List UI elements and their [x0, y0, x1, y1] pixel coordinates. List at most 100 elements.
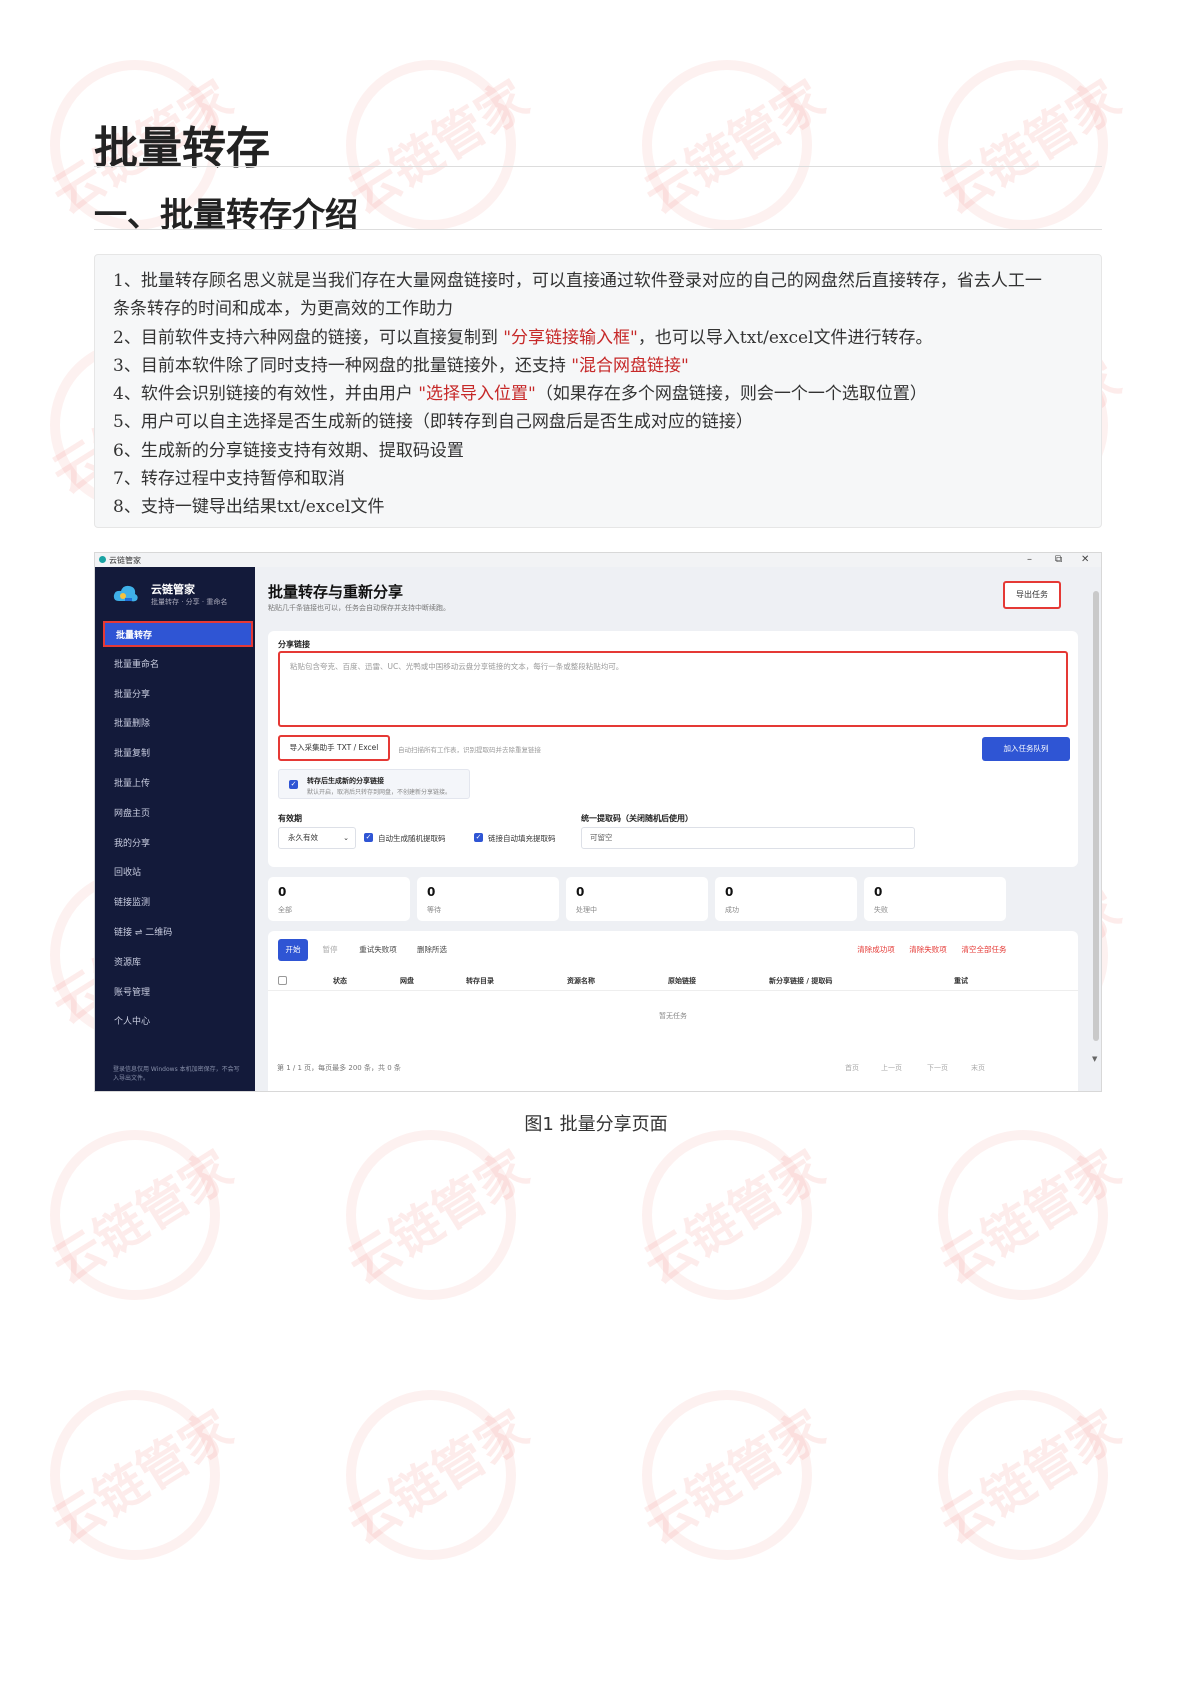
column-header[interactable]: 状态 — [333, 976, 347, 986]
intro-line: 2、目前软件支持六种网盘的链接，可以直接复制到 "分享链接输入框"，也可以导入t… — [113, 324, 1083, 352]
sidebar-item[interactable]: 我的分享 — [103, 830, 253, 860]
auto-fill-label: 链接自动填充提取码 — [488, 834, 556, 843]
share-link-textarea[interactable]: 粘贴包含夸克、百度、迅雷、UC、光鸭或中国移动云盘分享链接的文本，每行一条或整段… — [278, 651, 1068, 727]
stat-card: 0 成功 — [715, 877, 857, 921]
intro-text: 8、支持一键导出结果txt/excel文件 — [113, 497, 385, 518]
intro-line: 4、软件会识别链接的有效性，并由用户 "选择导入位置"（如果存在多个网盘链接，则… — [113, 380, 1083, 408]
sidebar-item[interactable]: 批量转存 — [103, 621, 253, 647]
intro-text: 5、用户可以自主选择是否生成新的链接（即转存到自己网盘后是否生成对应的链接） — [113, 412, 753, 433]
column-header[interactable]: 重试 — [954, 976, 968, 986]
clear-failed-button[interactable]: 清除失败项 — [904, 939, 952, 961]
checkbox-checked-icon[interactable]: ✓ — [289, 780, 298, 789]
intro-text: 3、目前本软件除了同时支持一种网盘的批量链接外，还支持 — [113, 355, 572, 376]
sidebar-item[interactable]: 批量上传 — [103, 770, 253, 800]
intro-line: 8、支持一键导出结果txt/excel文件 — [113, 493, 1083, 521]
column-header[interactable]: 新分享链接 / 提取码 — [769, 976, 832, 986]
brand-subtitle: 批量转存 · 分享 · 重命名 — [151, 598, 228, 606]
stat-card: 0 失败 — [864, 877, 1006, 921]
chevron-down-icon: ⌄ — [343, 834, 349, 842]
intro-text: 7、转存过程中支持暂停和取消 — [113, 469, 345, 490]
scroll-down-icon[interactable]: ▼ — [1092, 1055, 1097, 1063]
scrollbar[interactable] — [1093, 591, 1099, 1041]
stat-label: 处理中 — [576, 906, 597, 914]
stat-card: 0 处理中 — [566, 877, 708, 921]
last-page-link[interactable]: 末页 — [971, 1063, 985, 1073]
sidebar-nav: 批量转存批量重命名 批量分享 批量删除 批量复制 批量上传 网盘主页 我的分享 回收站 链接监测… — [103, 621, 253, 1038]
minimize-icon[interactable]: – — [1027, 554, 1032, 565]
intro-line: 3、目前本软件除了同时支持一种网盘的批量链接外，还支持 "混合网盘链接" — [113, 352, 1083, 380]
restore-icon[interactable]: ⧉ — [1055, 554, 1062, 565]
import-hint: 自动扫描所有工作表，识别提取码并去除重复链接 — [398, 746, 541, 754]
column-header[interactable]: 网盘 — [400, 976, 414, 986]
sidebar-item[interactable]: 回收站 — [103, 859, 253, 889]
clear-success-button[interactable]: 清除成功项 — [852, 939, 900, 961]
document-page: 批量转存 一、批量转存介绍 1、批量转存顾名思义就是当我们存在大量网盘链接时，可… — [0, 0, 1192, 1686]
empty-state: 暂无任务 — [659, 1012, 687, 1020]
next-page-link[interactable]: 下一页 — [927, 1063, 948, 1073]
sidebar-item[interactable]: 账号管理 — [103, 979, 253, 1009]
delete-selected-button[interactable]: 删除所选 — [412, 939, 452, 961]
column-header[interactable]: 转存目录 — [466, 976, 494, 986]
figure-caption: 图1 批量分享页面 — [524, 1114, 668, 1135]
intro-line: 条条转存的时间和成本，为更高效的工作助力 — [113, 295, 1083, 323]
regenerate-link-option[interactable]: ✓ 转存后生成新的分享链接 默认开启，取消后只转存到网盘，不创建新分享链接。 — [278, 769, 470, 799]
intro-highlight: "混合网盘链接" — [571, 355, 689, 376]
sidebar-item[interactable]: 批量复制 — [103, 740, 253, 770]
intro-line: 7、转存过程中支持暂停和取消 — [113, 465, 1083, 493]
import-txt-excel-button[interactable]: 导入采集助手 TXT / Excel — [278, 735, 390, 761]
sidebar-item[interactable]: 资源库 — [103, 949, 253, 979]
intro-highlight: "分享链接输入框" — [503, 327, 638, 348]
window-title: 云链管家 — [109, 556, 141, 565]
validity-select[interactable]: 永久有效 ⌄ — [278, 827, 356, 849]
stat-count: 0 — [576, 885, 585, 899]
share-link-card: 分享链接 粘贴包含夸克、百度、迅雷、UC、光鸭或中国移动云盘分享链接的文本，每行… — [268, 631, 1078, 867]
pagination: 第 1 / 1 页，每页最多 200 条，共 0 条 首页 上一页 下一页 末页 — [255, 1059, 1101, 1079]
column-header[interactable]: 原始链接 — [668, 976, 696, 986]
retry-failed-button[interactable]: 重试失败项 — [354, 939, 402, 961]
close-icon[interactable]: ✕ — [1081, 554, 1089, 565]
table-header: 状态 网盘 转存目录 资源名称 原始链接 新分享链接 / 提取码 重试 — [268, 971, 1078, 991]
stat-label: 全部 — [278, 906, 292, 914]
sidebar-item[interactable]: 批量分享 — [103, 681, 253, 711]
stat-label: 失败 — [874, 906, 888, 914]
unified-code-label: 统一提取码（关闭随机后使用） — [581, 814, 693, 823]
stat-count: 0 — [874, 885, 883, 899]
intro-text: 1、批量转存顾名思义就是当我们存在大量网盘链接时，可以直接通过软件登录对应的自己… — [113, 271, 1042, 291]
validity-label: 有效期 — [278, 814, 302, 823]
sidebar-item[interactable]: 网盘主页 — [103, 800, 253, 830]
stat-count: 0 — [427, 885, 436, 899]
intro-text: 2、目前软件支持六种网盘的链接，可以直接复制到 — [113, 327, 504, 348]
auto-code-checkbox[interactable]: ✓ — [364, 833, 373, 842]
prev-page-link[interactable]: 上一页 — [881, 1063, 902, 1073]
sidebar-item[interactable]: 链接 ⇌ 二维码 — [103, 919, 253, 949]
select-all-checkbox[interactable] — [278, 976, 287, 985]
brand-name: 云链管家 — [151, 583, 195, 596]
start-button[interactable]: 开始 — [278, 939, 308, 961]
unified-code-input[interactable]: 可留空 — [581, 827, 915, 849]
first-page-link[interactable]: 首页 — [845, 1063, 859, 1073]
intro-line: 5、用户可以自主选择是否生成新的链接（即转存到自己网盘后是否生成对应的链接） — [113, 408, 1083, 436]
auto-fill-checkbox[interactable]: ✓ — [474, 833, 483, 842]
page-subtitle: 粘贴几千条链接也可以，任务会自动保存并支持中断续跑。 — [268, 604, 450, 612]
page-title: 批量转存与重新分享 — [268, 583, 404, 601]
intro-text: （如果存在多个网盘链接，则会一个一个选取位置） — [535, 384, 927, 405]
sidebar-footer-note: 登录信息仅用 Windows 本机加密保存，不会写入导出文件。 — [113, 1066, 240, 1082]
stat-card: 0 等待 — [417, 877, 559, 921]
sidebar-item[interactable]: 个人中心 — [103, 1008, 253, 1038]
pause-button[interactable]: 暂停 — [316, 939, 344, 961]
stat-count: 0 — [278, 885, 287, 899]
stat-label: 等待 — [427, 906, 441, 914]
add-to-queue-button[interactable]: 加入任务队列 — [982, 737, 1070, 761]
export-task-button[interactable]: 导出任务 — [1003, 581, 1061, 609]
pagination-info: 第 1 / 1 页，每页最多 200 条，共 0 条 — [277, 1064, 401, 1072]
sidebar-item[interactable]: 批量删除 — [103, 710, 253, 740]
intro-line: 1、批量转存顾名思义就是当我们存在大量网盘链接时，可以直接通过软件登录对应的自己… — [113, 267, 1083, 295]
intro-text: 条条转存的时间和成本，为更高效的工作助力 — [113, 299, 453, 320]
validity-value: 永久有效 — [288, 833, 318, 842]
window-titlebar: 云链管家 – ⧉ ✕ — [95, 553, 1101, 567]
main-panel: 批量转存与重新分享 粘贴几千条链接也可以，任务会自动保存并支持中断续跑。 导出任… — [255, 567, 1101, 1091]
sidebar-item[interactable]: 链接监测 — [103, 889, 253, 919]
sidebar-item[interactable]: 批量重命名 — [103, 651, 253, 681]
column-header[interactable]: 资源名称 — [567, 976, 595, 986]
clear-all-button[interactable]: 清空全部任务 — [956, 939, 1012, 961]
